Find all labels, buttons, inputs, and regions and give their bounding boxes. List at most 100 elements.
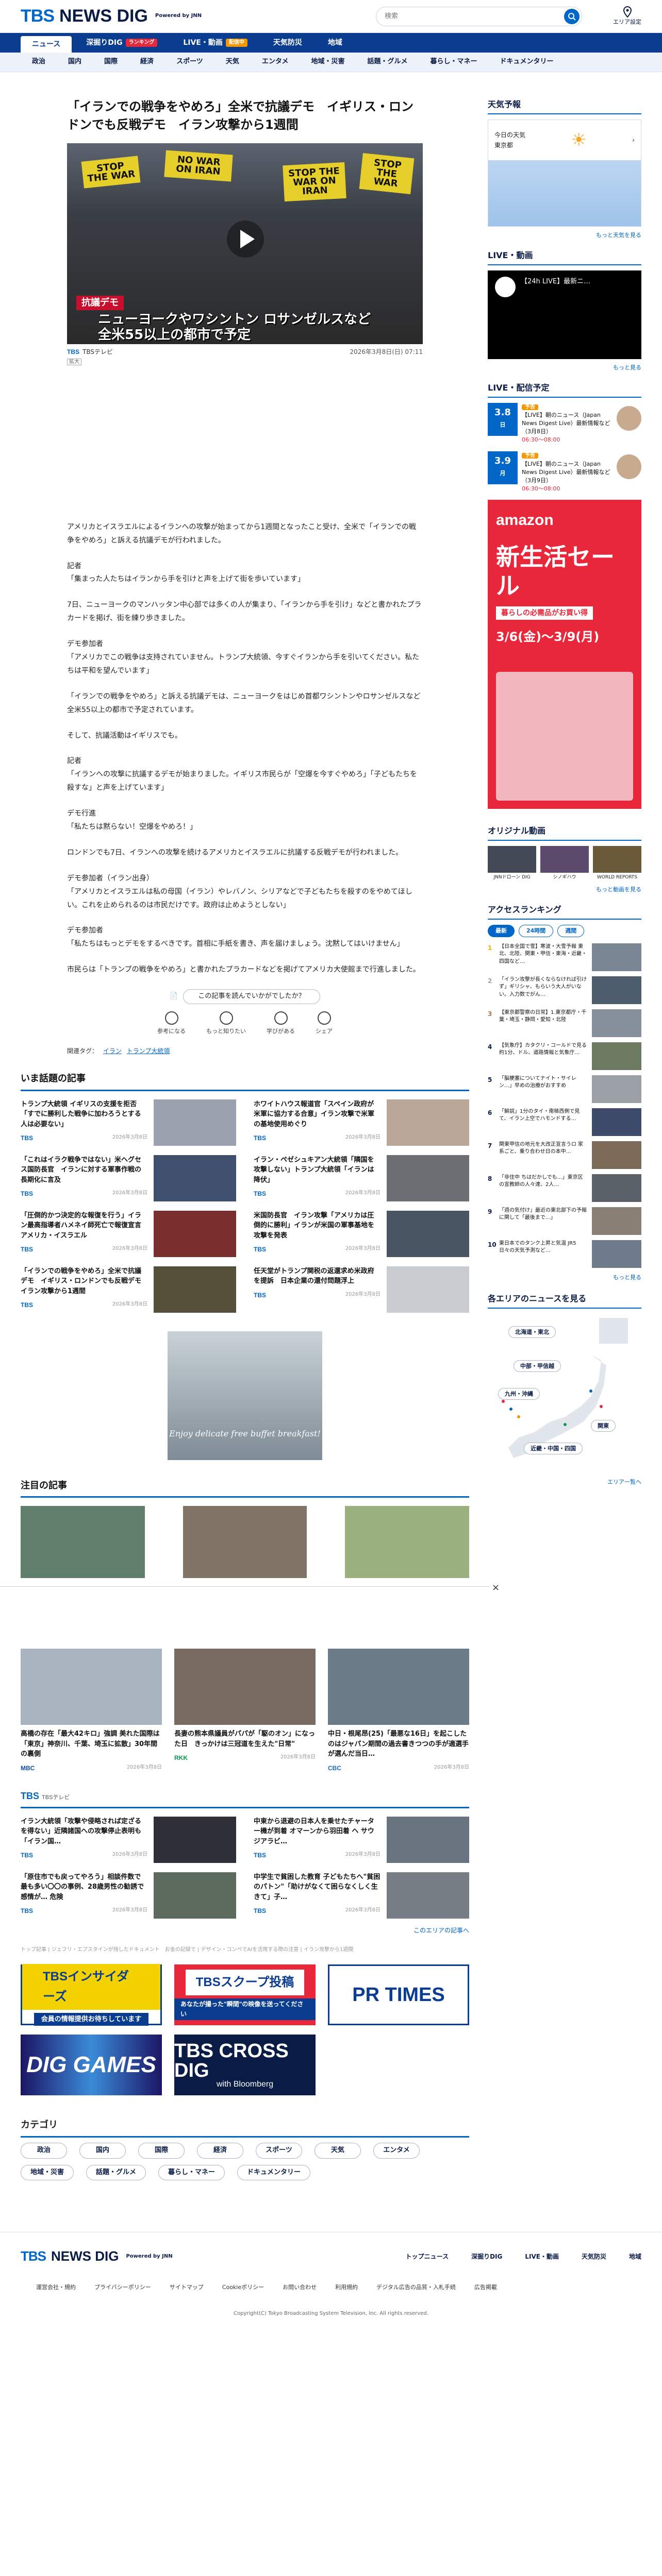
search-button[interactable] [564, 8, 580, 24]
list-item[interactable]: 米国防長官 イラン攻撃「アメリカは圧倒的に勝利」イランが米国の軍事基地を攻撃を発… [254, 1210, 469, 1257]
prtimes-banner[interactable]: PR TIMES [328, 1964, 469, 2025]
zoom-badge[interactable]: 拡大 [67, 358, 423, 366]
list-item[interactable]: イラン・ペゼシュキアン大統領「隣国を攻撃しない」トランプ大統領「イランは降伏」 T… [254, 1155, 469, 1201]
category-pill[interactable]: 話題・グルメ [86, 2164, 146, 2181]
area-pill[interactable]: 近畿・中国・四国 [524, 1442, 583, 1455]
subnav-item[interactable]: 暮らし・マネー [419, 57, 488, 67]
tag-link[interactable]: イラン [103, 1047, 122, 1055]
insiders-banner[interactable]: TBSインサイダーズ 会員の情報提供お待ちしています [21, 1964, 162, 2026]
ranking-item[interactable]: 8 「非住中 ちはだかしでも…」東京区の宣教師の人々達、2人… [488, 1174, 641, 1202]
category-pill[interactable]: 地域・災害 [21, 2164, 74, 2181]
list-item[interactable]: 長妻の熊本県議員がパパが「駆のオン」になった日 きっかけは三冠道を生えた"日常"… [174, 1649, 316, 1773]
tbs-more-link[interactable]: このエリアの記事へ [21, 1926, 469, 1936]
category-pill[interactable]: 政治 [21, 2142, 67, 2159]
featured-thumbnail[interactable] [21, 1506, 145, 1579]
category-pill[interactable]: 暮らし・マネー [158, 2164, 225, 2181]
area-pill[interactable]: 中部・甲信越 [514, 1360, 561, 1372]
footer-sub-link[interactable]: サイトマップ [170, 2283, 204, 2292]
footer-sub-link[interactable]: プライバシーポリシー [94, 2283, 151, 2292]
feedback-useful-button[interactable]: 参考になる [157, 1011, 186, 1036]
list-item[interactable]: トランプ大統領 イギリスの支援を拒否「すでに勝利した戦争に加わろうとする人は必要… [21, 1099, 236, 1146]
nav-region[interactable]: 地域 [317, 33, 354, 53]
scoop-banner[interactable]: TBSスクープ投稿 あなたが撮った"瞬間"の映像を送ってください [174, 1964, 316, 2025]
area-more-link[interactable]: エリア一覧へ [488, 1478, 641, 1487]
tab-weekly[interactable]: 週間 [557, 924, 585, 937]
original-video-more-link[interactable]: もっと動画を見る [488, 885, 641, 894]
featured-thumbnail[interactable] [345, 1506, 469, 1579]
featured-thumbnail[interactable] [183, 1506, 307, 1579]
list-item[interactable]: 中東から退避の日本人を乗せたチャーター機が到着 オマーンから羽田着 ヘ サウジア… [254, 1816, 469, 1863]
subnav-item[interactable]: スポーツ [165, 57, 214, 67]
ranking-more-link[interactable]: もっと見る [488, 1273, 641, 1282]
subnav-item[interactable]: 天気 [214, 57, 251, 67]
list-item[interactable]: 「これはイラク戦争ではない」米ヘグセス国防長官 イランに対する軍事作戦の長期化に… [21, 1155, 236, 1201]
footer-sub-link[interactable]: デジタル広告の品質・入札手続 [376, 2283, 456, 2292]
subnav-item[interactable]: ドキュメンタリー [489, 57, 565, 67]
footer-link[interactable]: 深掘りDIG [471, 2252, 502, 2262]
original-video-item[interactable]: シノギハウ [540, 846, 589, 881]
schedule-item[interactable]: 3.9 月 予告 【LIVE】朝のニュース（Japan News Digest Liv… [488, 451, 641, 493]
subnav-item[interactable]: 地域・災害 [300, 57, 356, 67]
article-source[interactable]: TBS TBSテレビ [67, 347, 113, 357]
video-player[interactable]: STOP THE WAR NO WAR ON IRAN STOP THE WAR… [67, 143, 423, 344]
category-pill[interactable]: 天気 [315, 2142, 361, 2159]
list-item[interactable]: 任天堂がトランプ関税の返還求め米政府を提訴 日本企業の還付問題浮上 TBS 2026… [254, 1266, 469, 1313]
list-item[interactable]: 中学生で貧困した教育 子どもたちへ"貧困のパトン"「助けがなくて困らなくしく生き… [254, 1872, 469, 1919]
list-item[interactable]: 「イランでの戦争をやめろ」全米で抗議デモ イギリス・ロンドンでも反戦デモ イラン… [21, 1266, 236, 1313]
dig-games-banner[interactable]: DIG GAMES [21, 2035, 162, 2095]
weather-widget[interactable]: 今日の天気 東京都 ☀ › [488, 119, 641, 227]
area-pill[interactable]: 九州・沖縄 [498, 1387, 540, 1400]
area-setting-button[interactable]: エリア設定 [613, 6, 641, 27]
footer-sub-link[interactable]: 利用規約 [335, 2283, 358, 2292]
footer-logo[interactable]: TBS NEWS DIG Powered by JNN [21, 2246, 173, 2267]
site-logo[interactable]: TBS NEWS DIG Powered by JNN [21, 2, 202, 30]
subnav-item[interactable]: 経済 [129, 57, 165, 67]
amazon-ad[interactable]: amazon 新生活セール 暮らしの必需品がお買い得 3/6(金)～3/9(月) [488, 500, 641, 809]
nav-news[interactable]: ニュース [21, 36, 72, 53]
search-input[interactable] [385, 12, 564, 20]
schedule-item[interactable]: 3.8 日 予告 【LIVE】朝のニュース（Japan News Digest Liv… [488, 402, 641, 444]
ranking-item[interactable]: 5 「脳梗塞についてナイト・サイレン…」早めの治療がおすすめ [488, 1075, 641, 1103]
category-pill[interactable]: スポーツ [256, 2142, 302, 2159]
ranking-item[interactable]: 9 「週の気付け」最近の東北部下の予報に関して「最後まで…」 [488, 1207, 641, 1235]
advertisement[interactable]: Enjoy delicate free buffet breakfast! [168, 1331, 322, 1460]
nav-live[interactable]: LIVE・動画 配信中 [172, 33, 259, 53]
nav-dig[interactable]: 深掘りDIG ランキング [75, 33, 169, 53]
tab-24h[interactable]: 24時間 [519, 924, 554, 937]
live-video[interactable]: 【24h LIVE】最新ニ… [488, 270, 641, 359]
list-item[interactable]: 中日・根尾昂(25)「最悪な16日」を起こしたのはジャパン期間の過去書きつつの手… [328, 1649, 469, 1773]
subnav-item[interactable]: 国際 [93, 57, 129, 67]
live-more-link[interactable]: もっと見る [488, 363, 641, 372]
ranking-item[interactable]: 2 「イラン攻撃が長くならなければ引けず」ギリシャ、もらいう大人がいない。入力数で… [488, 976, 641, 1004]
footer-link[interactable]: 地域 [629, 2252, 641, 2262]
footer-link[interactable]: 天気防災 [582, 2252, 606, 2262]
area-pill[interactable]: 関東 [591, 1419, 616, 1432]
original-video-item[interactable]: WORLD REPORTS [593, 846, 641, 881]
original-video-item[interactable]: JNNドローン DIG [488, 846, 536, 881]
list-item[interactable]: イラン大統領「攻撃や侵略されば定ざるを得ない」近隣諸国への攻撃停止表明も「イラン… [21, 1816, 236, 1863]
tag-link[interactable]: トランプ大統領 [127, 1047, 170, 1055]
ranking-item[interactable]: 3 【東京都警察の日常】1.東京都庁・千葉・埼玉・静岡・愛知・北陸 [488, 1009, 641, 1037]
ranking-item[interactable]: 10 東日本でのタンク上昇と気温 JR5 日々の天気予測など… [488, 1240, 641, 1268]
list-item[interactable]: 「圧倒的かつ決定的な報復を行う」イラン最高指導者ハメネイ師死亡で報復宣言 アメリ… [21, 1210, 236, 1257]
tab-latest[interactable]: 最新 [488, 924, 515, 937]
list-item[interactable]: ホワイトハウス報道官「スペイン政府が米軍に協力する合意」イラン攻撃で米軍の基地使… [254, 1099, 469, 1146]
play-icon[interactable] [227, 220, 264, 258]
cross-dig-banner[interactable]: TBS CROSS DIG with Bloomberg [174, 2035, 316, 2095]
weather-more-link[interactable]: もっと天気を見る [488, 231, 641, 240]
category-pill[interactable]: 国内 [79, 2142, 126, 2159]
category-pill[interactable]: 経済 [197, 2142, 243, 2159]
list-item[interactable]: 「原住市でも戻ってやろう」相談件数で最も多い〇〇の事例、28歳男性の勧誘で感情が… [21, 1872, 236, 1919]
ranking-item[interactable]: 6 「解説」1分のタイ・南極西側で見て、イラン上空でハモンドする… [488, 1108, 641, 1136]
feedback-more-button[interactable]: もっと知りたい [206, 1011, 246, 1036]
subnav-item[interactable]: 国内 [57, 57, 93, 67]
ranking-item[interactable]: 7 関東甲信の地元を大改正宣言うロ 家系ごと、乗り合わせ日の本中… [488, 1141, 641, 1169]
close-icon[interactable]: × [492, 1581, 504, 1593]
subnav-item[interactable]: 話題・グルメ [356, 57, 419, 67]
ranking-item[interactable]: 1 【日本全国で雪】寒波・大雪予報 東北、北陸、関東・甲信・東海・近畿・四国など… [488, 943, 641, 971]
share-button[interactable]: シェア [316, 1011, 333, 1036]
category-pill[interactable]: ドキュメンタリー [237, 2164, 311, 2181]
footer-sub-link[interactable]: 運営会社・規約 [36, 2283, 76, 2292]
category-pill[interactable]: エンタメ [373, 2142, 420, 2159]
area-pill[interactable]: 北海道・東北 [508, 1326, 556, 1338]
